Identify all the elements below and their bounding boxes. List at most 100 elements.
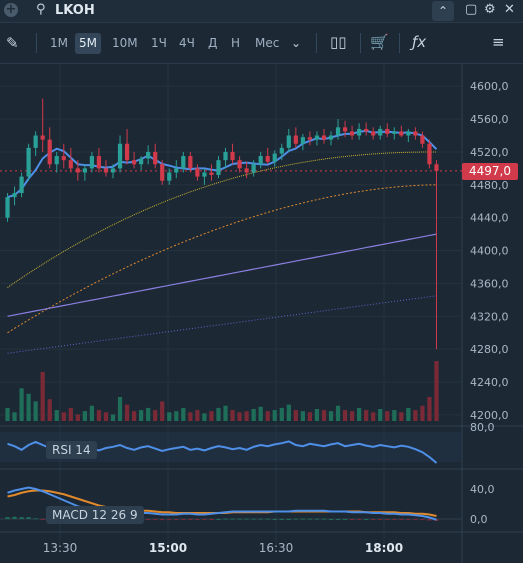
- volume-bar: [54, 410, 59, 421]
- candle-body: [68, 160, 73, 169]
- candle-body: [328, 135, 334, 140]
- volume-bar: [349, 411, 355, 421]
- timeframe-day[interactable]: Д: [204, 33, 221, 54]
- search-icon[interactable]: ⚲: [36, 2, 46, 17]
- candle-body: [139, 158, 144, 165]
- timeframe-week[interactable]: Н: [227, 33, 244, 54]
- candle-body: [209, 172, 214, 175]
- separator: [316, 33, 317, 53]
- candle-body: [413, 131, 418, 136]
- collapse-chevron-up-icon[interactable]: ⌃: [432, 1, 454, 21]
- price-axis-label: 4240,0: [470, 376, 509, 389]
- candle-body: [188, 156, 193, 169]
- macd-histogram-bar: [427, 519, 432, 521]
- candle-body: [89, 156, 95, 169]
- volume-bar: [89, 405, 95, 421]
- separator: [36, 33, 37, 53]
- volume-bar: [195, 410, 200, 421]
- candle-body: [82, 168, 87, 173]
- volume-bar: [131, 411, 137, 421]
- timeframe-5m[interactable]: 5M: [75, 33, 101, 54]
- macd-histogram-bar: [286, 519, 291, 520]
- gear-icon[interactable]: ⚙: [484, 2, 496, 17]
- candle-body: [33, 135, 38, 148]
- volume-bar: [279, 407, 284, 421]
- volume-bar: [237, 412, 242, 421]
- cart-icon[interactable]: 🛒: [370, 33, 389, 51]
- price-axis-label: 4600,0: [470, 80, 509, 93]
- pencil-icon[interactable]: ✎: [6, 34, 19, 52]
- add-panel-icon[interactable]: +: [4, 3, 18, 17]
- candle-body: [216, 160, 221, 175]
- volume-bar: [40, 371, 45, 421]
- ticker-symbol[interactable]: LKOH: [55, 3, 95, 18]
- macd-label[interactable]: MACD 12 26 9: [46, 506, 144, 524]
- indicators-fx-icon[interactable]: ƒx: [412, 33, 426, 51]
- candle-body: [110, 168, 116, 173]
- chart-area[interactable]: 4600,0 4560,0 4520,0 4480,0 4440,0 4400,0 4360…: [0, 64, 523, 563]
- volume-bar: [5, 407, 10, 421]
- volume-bar: [188, 412, 193, 421]
- volume-bar: [357, 407, 362, 421]
- candle-body: [103, 168, 109, 173]
- candle-body: [160, 164, 165, 181]
- volume-bar: [293, 410, 298, 421]
- top-bar: + ⚲ LKOH ⌃ ▢ ⚙ ✕: [0, 0, 523, 23]
- macd-histogram-bar: [174, 519, 179, 520]
- volume-bar: [434, 361, 439, 421]
- candle-body: [307, 137, 313, 140]
- close-icon[interactable]: ✕: [504, 2, 515, 17]
- price-axis-labels: 4600,0 4560,0 4520,0 4480,0 4440,0 4400,0 4360…: [470, 80, 509, 526]
- candlestick-type-icon[interactable]: ▯▯: [330, 33, 347, 51]
- price-axis-label: 4440,0: [470, 212, 509, 225]
- macd-histogram-bar: [406, 519, 411, 520]
- price-axis-label: 4200,0: [470, 409, 509, 422]
- volume-bar: [399, 412, 404, 421]
- current-price-tag: 4497,0: [462, 163, 518, 180]
- timeframe-10m[interactable]: 10M: [108, 33, 142, 54]
- volume-bar: [117, 397, 123, 421]
- maximize-icon[interactable]: ▢: [465, 2, 477, 17]
- volume-bar: [251, 409, 256, 421]
- macd-histogram-bar: [300, 518, 305, 520]
- candle-body: [117, 143, 123, 169]
- candle-body: [279, 147, 284, 154]
- macd-histogram-bar: [146, 519, 151, 521]
- volume-bar: [272, 410, 277, 421]
- macd-histogram-bar: [378, 519, 383, 520]
- volume-bar: [223, 405, 228, 421]
- candle-body: [385, 128, 390, 134]
- menu-icon[interactable]: ≡: [492, 33, 505, 51]
- grid-lines: [0, 64, 523, 563]
- timeframe-month-dropdown[interactable]: Мес: [251, 33, 283, 54]
- rsi-label[interactable]: RSI 14: [46, 441, 97, 459]
- macd-histogram-bar: [167, 519, 172, 521]
- ma-slow-line: [7, 184, 437, 334]
- candle-body: [272, 153, 277, 162]
- chart-toolbar: ✎ 1M 5M 10M 1Ч 4Ч Д Н Мес ⌄ ▯▯ 🛒 ƒx ≡: [0, 23, 523, 64]
- price-axis-label: 4480,0: [470, 179, 509, 192]
- timeframe-1h[interactable]: 1Ч: [147, 33, 171, 54]
- candle-body: [131, 160, 137, 165]
- timeframe-1m[interactable]: 1M: [46, 33, 72, 54]
- volume-bar: [181, 407, 186, 421]
- volume-bar: [75, 414, 80, 421]
- chevron-down-icon[interactable]: ⌄: [291, 36, 301, 50]
- rsi-axis-label: 80,0: [470, 421, 495, 434]
- macd-histogram-bar: [413, 519, 418, 520]
- candle-body: [378, 128, 383, 136]
- timeframe-4h[interactable]: 4Ч: [175, 33, 199, 54]
- candle-body: [357, 128, 362, 136]
- volume-bars: [5, 361, 439, 421]
- separator: [399, 33, 400, 53]
- candle-body: [202, 172, 207, 177]
- candle-body: [12, 193, 17, 198]
- price-chart[interactable]: 4600,0 4560,0 4520,0 4480,0 4440,0 4400,0 4360…: [0, 64, 523, 563]
- volume-bar: [202, 413, 207, 421]
- candle-body: [124, 143, 130, 161]
- volume-bar: [364, 410, 369, 421]
- candle-body: [427, 143, 432, 165]
- time-axis-label: 16:30: [259, 541, 294, 555]
- candle-body: [96, 156, 102, 169]
- macd-histogram-bar: [26, 517, 31, 519]
